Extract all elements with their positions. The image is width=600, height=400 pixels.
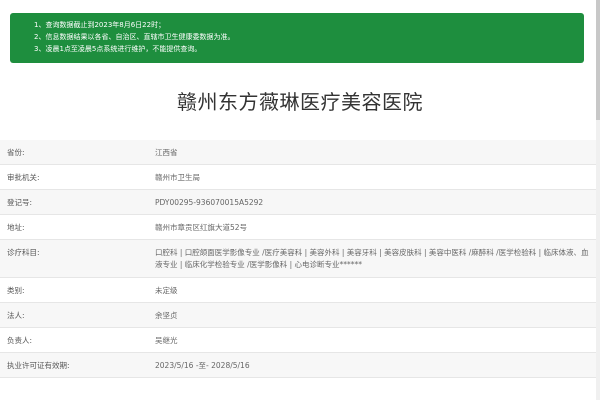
- notice-line: 3、凌晨1点至凌晨5点系统进行维护，不能提供查询。: [34, 45, 202, 53]
- row-value: PDY00295-936070015A5292: [155, 198, 264, 207]
- row-value: 赣州市章贡区红旗大道52号: [155, 223, 248, 232]
- notice-banner: 1、查询数据截止到2023年8月6日22时； 2、信息数据结果以各省、自治区、直…: [10, 13, 584, 63]
- row-value: 口腔科 | 口腔颌面医学影像专业 /医疗美容科 | 美容外科 | 美容牙科 | …: [155, 248, 589, 269]
- row-label: 执业许可证有效期:: [7, 361, 70, 370]
- info-table: 省份: 江西省 审批机关: 赣州市卫生局 登记号: PDY00295-93607…: [0, 140, 600, 378]
- table-row-license-validity: 执业许可证有效期: 2023/5/16 -至- 2028/5/16: [0, 353, 600, 378]
- row-value: 吴继光: [155, 336, 178, 345]
- hospital-title: 赣州东方薇琳医疗美容医院: [177, 90, 423, 114]
- table-row-category: 类别: 未定级: [0, 278, 600, 303]
- row-label: 类别:: [7, 286, 25, 295]
- scrollbar-thumb[interactable]: [596, 0, 600, 120]
- row-label: 登记号:: [7, 198, 33, 207]
- table-row-province: 省份: 江西省: [0, 140, 600, 165]
- table-row-authority: 审批机关: 赣州市卫生局: [0, 165, 600, 190]
- notice-line: 2、信息数据结果以各省、自治区、直辖市卫生健康委数据为准。: [34, 33, 235, 41]
- row-label: 法人:: [7, 311, 25, 320]
- row-label: 负责人:: [7, 336, 33, 345]
- table-row-legal-person: 法人: 余坚贞: [0, 303, 600, 328]
- table-row-address: 地址: 赣州市章贡区红旗大道52号: [0, 215, 600, 240]
- table-row-registration: 登记号: PDY00295-936070015A5292: [0, 190, 600, 215]
- notice-line: 1、查询数据截止到2023年8月6日22时；: [34, 21, 166, 29]
- row-label: 审批机关:: [7, 173, 40, 182]
- page: 1、查询数据截止到2023年8月6日22时； 2、信息数据结果以各省、自治区、直…: [0, 0, 600, 400]
- row-value: 未定级: [155, 286, 178, 295]
- row-label: 地址:: [7, 223, 25, 232]
- table-row-person-in-charge: 负责人: 吴继光: [0, 328, 600, 353]
- row-value: 余坚贞: [155, 311, 178, 320]
- row-label: 诊疗科目:: [7, 248, 40, 257]
- row-value: 江西省: [155, 148, 178, 157]
- scrollbar[interactable]: [596, 0, 600, 400]
- table-row-departments: 诊疗科目: 口腔科 | 口腔颌面医学影像专业 /医疗美容科 | 美容外科 | 美…: [0, 240, 600, 278]
- row-label: 省份:: [7, 148, 25, 157]
- row-value: 2023/5/16 -至- 2028/5/16: [155, 361, 250, 370]
- row-value: 赣州市卫生局: [155, 173, 200, 182]
